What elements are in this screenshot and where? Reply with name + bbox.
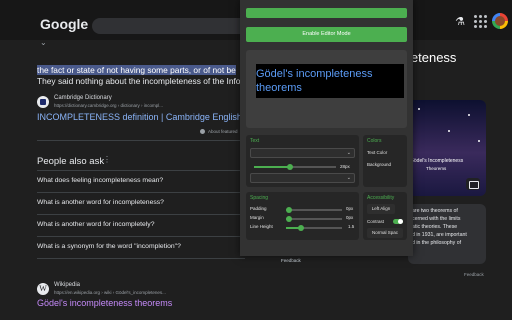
padding-slider[interactable] <box>286 207 342 213</box>
padding-value: 0px <box>346 206 354 211</box>
normal-spacing-button[interactable]: Normal Spac <box>367 228 403 238</box>
wiki-title-link[interactable]: Gödel's incompleteness theorems <box>37 298 172 308</box>
font-weight-select[interactable]: ⌄ <box>250 173 355 183</box>
image-caption: Gödel's Incompleteness <box>410 158 464 164</box>
paa-question-text: What is another word for incompletely? <box>37 221 155 228</box>
knowledge-panel-image[interactable]: Gödel's Incompleteness Theorems <box>408 100 486 196</box>
source-title-link[interactable]: INCOMPLETENESS definition | Cambridge En… <box>37 112 245 122</box>
paa-question-text: What is a synonym for the word "incomple… <box>37 243 181 250</box>
more-options-icon[interactable]: ⋮ <box>103 155 111 164</box>
source-name[interactable]: Cambridge Dictionary <box>54 95 112 101</box>
desc-line: cerned with the limits <box>412 216 461 222</box>
slider-fill <box>254 166 290 168</box>
cambridge-favicon-icon <box>37 96 49 108</box>
text-panel: Text ⌄ 28px ⌄ <box>246 135 359 187</box>
paa-question[interactable]: What is another word for incompletely? <box>37 215 245 236</box>
star-decoration <box>478 140 480 142</box>
divider <box>37 140 245 141</box>
highlighted-text: the fact or state of not having some par… <box>37 65 236 75</box>
paa-question-text: What is another word for incompleteness? <box>37 199 164 206</box>
font-family-select[interactable]: ⌄ <box>250 148 355 158</box>
margin-value: 0px <box>346 215 354 220</box>
editor-extension-popup: Enable Editor Mode Gödel's incompletenes… <box>240 0 413 256</box>
about-featured-snippets[interactable]: About featured <box>200 129 238 135</box>
preview-text-line: theorems <box>256 82 302 94</box>
extension-top-bar <box>246 8 407 18</box>
help-icon <box>200 129 205 135</box>
featured-snippet-example: They said nothing about the incompletene… <box>37 76 244 86</box>
desc-line: are two theorems of <box>412 208 458 214</box>
preview-text-line: Gödel's incompleteness <box>256 68 373 80</box>
wiki-source-name[interactable]: Wikipedia <box>54 282 80 288</box>
accessibility-panel-heading: Accessibility <box>367 195 395 201</box>
divider <box>37 258 245 259</box>
line-height-value: 1.5 <box>348 224 355 229</box>
text-panel-heading: Text <box>250 138 260 144</box>
about-label: About featured <box>208 129 238 134</box>
spacing-panel: Spacing Padding 0px Margin 0px Line Heig… <box>246 192 359 240</box>
background-color-picker[interactable]: Background <box>367 162 391 167</box>
paa-question[interactable]: What is another word for incompleteness? <box>37 193 245 214</box>
star-decoration <box>468 114 470 116</box>
desc-line: d in the philosophy of <box>412 240 462 246</box>
line-height-label: Line Height <box>250 224 273 229</box>
desc-line: d in 1931, are important <box>412 232 467 238</box>
line-height-slider[interactable] <box>286 225 342 231</box>
desc-line: atic theories. These <box>412 224 458 230</box>
chevron-down-icon: ⌄ <box>346 150 351 156</box>
feedback-link[interactable]: Feedback <box>464 272 484 277</box>
image-caption-2: Theorems <box>426 166 447 171</box>
contrast-label: Contrast <box>367 219 385 224</box>
wikipedia-favicon-icon: W <box>37 283 49 295</box>
text-color-picker[interactable]: Text Color <box>367 150 387 155</box>
knowledge-panel-title: leteness <box>408 50 457 65</box>
accessibility-panel: Accessibility Left Align Contrast Normal… <box>363 192 407 240</box>
colors-panel: Colors Text Color Background <box>363 135 407 187</box>
contrast-toggle[interactable] <box>393 219 403 224</box>
spacing-panel-heading: Spacing <box>250 195 269 201</box>
padding-label: Padding <box>250 206 267 211</box>
star-decoration <box>448 130 450 132</box>
left-align-button[interactable]: Left Align <box>367 204 395 214</box>
knowledge-panel-description: are two theorems of cerned with the limi… <box>408 204 486 264</box>
preview-text: Gödel's incompleteness theorems <box>256 67 372 95</box>
enable-editor-mode-button[interactable]: Enable Editor Mode <box>246 27 407 42</box>
paa-question[interactable]: What does feeling incompleteness mean? <box>37 171 245 192</box>
chevron-down-icon[interactable]: ⌄ <box>40 38 47 47</box>
extension-feedback-link[interactable]: Feedback <box>281 258 301 263</box>
paa-question-text: What does feeling incompleteness mean? <box>37 177 164 184</box>
slider-knob[interactable] <box>298 225 304 231</box>
margin-slider[interactable] <box>286 216 342 222</box>
margin-label: Margin <box>250 215 264 220</box>
slider-knob[interactable] <box>287 164 293 170</box>
gallery-icon[interactable] <box>466 178 480 190</box>
chevron-down-icon: ⌄ <box>346 175 351 181</box>
font-size-slider[interactable] <box>254 164 336 170</box>
people-also-ask-title: People also ask <box>37 156 105 167</box>
star-decoration <box>418 108 420 110</box>
colors-panel-heading: Colors <box>367 138 382 144</box>
slider-knob[interactable] <box>286 216 292 222</box>
featured-snippet-definition: the fact or state of not having some par… <box>37 65 236 75</box>
selected-element-preview: Gödel's incompleteness theorems <box>246 50 407 128</box>
source-url[interactable]: https://dictionary.cambridge.org › dicti… <box>54 103 163 108</box>
font-size-value: 28px <box>340 164 350 169</box>
paa-question[interactable]: What is a synonym for the word "incomple… <box>37 237 245 258</box>
slider-knob[interactable] <box>286 207 292 213</box>
wiki-source-url[interactable]: https://en.wikipedia.org › wiki › Gödel'… <box>54 290 166 295</box>
